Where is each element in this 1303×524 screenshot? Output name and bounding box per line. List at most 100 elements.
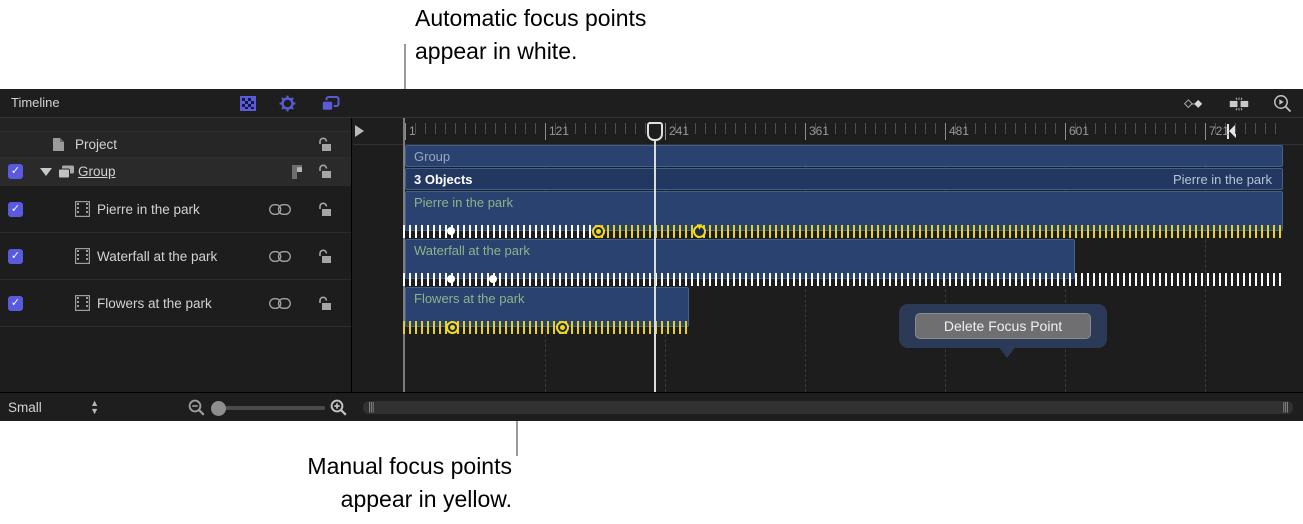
ruler-tick bbox=[865, 123, 866, 134]
keyframe-dash bbox=[463, 225, 465, 238]
keyframe-dash bbox=[619, 321, 621, 334]
gear-icon[interactable] bbox=[277, 94, 297, 113]
keyframe-dash bbox=[589, 273, 591, 286]
manual-focus-point[interactable] bbox=[446, 321, 459, 334]
track-size-select[interactable]: Small ▲ ▼ bbox=[8, 397, 103, 418]
ruler-tick bbox=[535, 123, 536, 134]
timeline-canvas[interactable]: 1 121 241 361 481 601 721 Group 3 Objects Pier… bbox=[353, 118, 1303, 392]
lock-unlocked-icon[interactable] bbox=[316, 186, 333, 232]
keyframe-dash bbox=[1111, 225, 1113, 238]
playhead-handle[interactable] bbox=[647, 122, 663, 141]
keyframe-dash bbox=[679, 225, 681, 238]
ruler-tick bbox=[855, 123, 856, 134]
keyframe-strip-pierre[interactable] bbox=[397, 223, 1287, 238]
zoom-in-icon[interactable] bbox=[330, 399, 347, 416]
manual-focus-point[interactable] bbox=[556, 321, 569, 334]
keyframe-dash bbox=[1021, 273, 1023, 286]
ruler-tick bbox=[715, 123, 716, 134]
keyframe-dash bbox=[625, 273, 627, 286]
ruler-tick bbox=[665, 123, 666, 140]
layer-checkbox-waterfall[interactable]: ✓ bbox=[8, 248, 23, 264]
zoom-slider-knob[interactable] bbox=[211, 401, 226, 416]
ruler-tick bbox=[1005, 123, 1006, 134]
ruler-tick bbox=[525, 123, 526, 134]
keyframe-dash bbox=[1003, 273, 1005, 286]
keyframe-dash bbox=[553, 273, 555, 286]
keyframe-dash bbox=[1237, 225, 1239, 238]
ruler-tick bbox=[775, 123, 776, 134]
automatic-focus-point[interactable] bbox=[447, 227, 455, 235]
popover-pointer bbox=[998, 346, 1016, 358]
layer-row-flowers[interactable]: ✓ Flowers at the park bbox=[0, 280, 351, 327]
link-icon[interactable] bbox=[269, 280, 291, 326]
keyframe-dash bbox=[1063, 225, 1065, 238]
timeline-ruler[interactable]: 1 121 241 361 481 601 721 bbox=[353, 118, 1303, 145]
trim-icon[interactable] bbox=[1229, 94, 1249, 113]
keyframe-dash bbox=[799, 225, 801, 238]
keyframe-dash bbox=[595, 321, 597, 334]
manual-focus-point[interactable] bbox=[592, 225, 605, 238]
keyframe-dash bbox=[859, 225, 861, 238]
keyframe-dash bbox=[505, 321, 507, 334]
checkerboard-icon[interactable] bbox=[238, 94, 258, 113]
layer-row-waterfall[interactable]: ✓ Waterfall at the park bbox=[0, 233, 351, 280]
zoom-slider-track[interactable] bbox=[213, 406, 325, 410]
lock-unlocked-icon[interactable] bbox=[316, 132, 333, 157]
keyframe-dash bbox=[433, 321, 435, 334]
scrollbar-grip-left[interactable]: ||| bbox=[368, 402, 375, 413]
layer-checkbox-flowers[interactable]: ✓ bbox=[8, 295, 23, 311]
delete-focus-point-button[interactable]: Delete Focus Point bbox=[915, 313, 1091, 339]
keyframe-dash bbox=[565, 225, 567, 238]
lock-unlocked-icon[interactable] bbox=[316, 280, 333, 326]
keyframe-dash bbox=[1183, 225, 1185, 238]
track-bar-group[interactable]: Group bbox=[405, 145, 1283, 167]
automatic-focus-point[interactable] bbox=[489, 275, 497, 283]
ruler-tick bbox=[805, 123, 806, 140]
lock-unlocked-icon[interactable] bbox=[316, 158, 333, 185]
ruler-start-marker[interactable] bbox=[355, 125, 364, 137]
ruler-tick bbox=[875, 123, 876, 134]
link-icon[interactable] bbox=[269, 233, 291, 279]
lock-unlocked-icon[interactable] bbox=[316, 233, 333, 279]
layer-row-group[interactable]: ✓ Group bbox=[0, 158, 351, 186]
keyframe-dash bbox=[889, 225, 891, 238]
keyframe-dash bbox=[589, 321, 591, 334]
layer-checkbox-group[interactable]: ✓ bbox=[8, 164, 23, 179]
keyframe-dash bbox=[619, 273, 621, 286]
ruler-tick bbox=[755, 123, 756, 134]
layers-icon[interactable] bbox=[320, 94, 340, 113]
chevron-down-icon[interactable] bbox=[40, 167, 52, 176]
zoom-out-icon[interactable] bbox=[188, 399, 205, 416]
track-size-value: Small bbox=[8, 400, 42, 415]
keyframe-dash bbox=[403, 225, 405, 238]
keyframe-dash bbox=[781, 273, 783, 286]
layer-label-group[interactable]: Group bbox=[78, 164, 116, 179]
keyframe-dash bbox=[823, 225, 825, 238]
mask-icon[interactable] bbox=[292, 158, 309, 185]
keyframe-dash bbox=[877, 225, 879, 238]
ruler-tick bbox=[465, 123, 466, 134]
keyframe-dash bbox=[427, 321, 429, 334]
zoom-to-fit-icon[interactable] bbox=[1272, 94, 1292, 113]
keyframe-strip-flowers[interactable] bbox=[397, 321, 697, 334]
manual-focus-point[interactable] bbox=[693, 223, 706, 238]
automatic-focus-point[interactable] bbox=[447, 275, 455, 283]
panel-title: Timeline bbox=[11, 95, 60, 110]
keyframe-icon[interactable] bbox=[1184, 94, 1204, 113]
keyframe-dash bbox=[1219, 225, 1221, 238]
scrollbar-grip-right[interactable]: ||| bbox=[1282, 402, 1289, 413]
track-bar-objects[interactable]: 3 Objects Pierre in the park bbox=[405, 168, 1283, 190]
layer-row-project[interactable]: Project bbox=[0, 132, 351, 158]
link-icon[interactable] bbox=[269, 186, 291, 232]
layer-list: Project ✓ Group ✓ Pierre in the park ✓ W… bbox=[0, 118, 352, 392]
keyframe-dash bbox=[583, 321, 585, 334]
keyframe-strip-waterfall[interactable] bbox=[397, 273, 1287, 286]
annotation-automatic-focus-points: Automatic focus points appear in white. bbox=[415, 5, 647, 64]
keyframe-dash bbox=[685, 321, 687, 334]
track-label-pierre: Pierre in the park bbox=[414, 195, 513, 210]
layer-row-pierre[interactable]: ✓ Pierre in the park bbox=[0, 186, 351, 233]
keyframe-dash bbox=[517, 321, 519, 334]
layer-checkbox-pierre[interactable]: ✓ bbox=[8, 201, 23, 217]
keyframe-dash bbox=[799, 273, 801, 286]
horizontal-scrollbar[interactable]: ||| ||| bbox=[363, 401, 1293, 414]
